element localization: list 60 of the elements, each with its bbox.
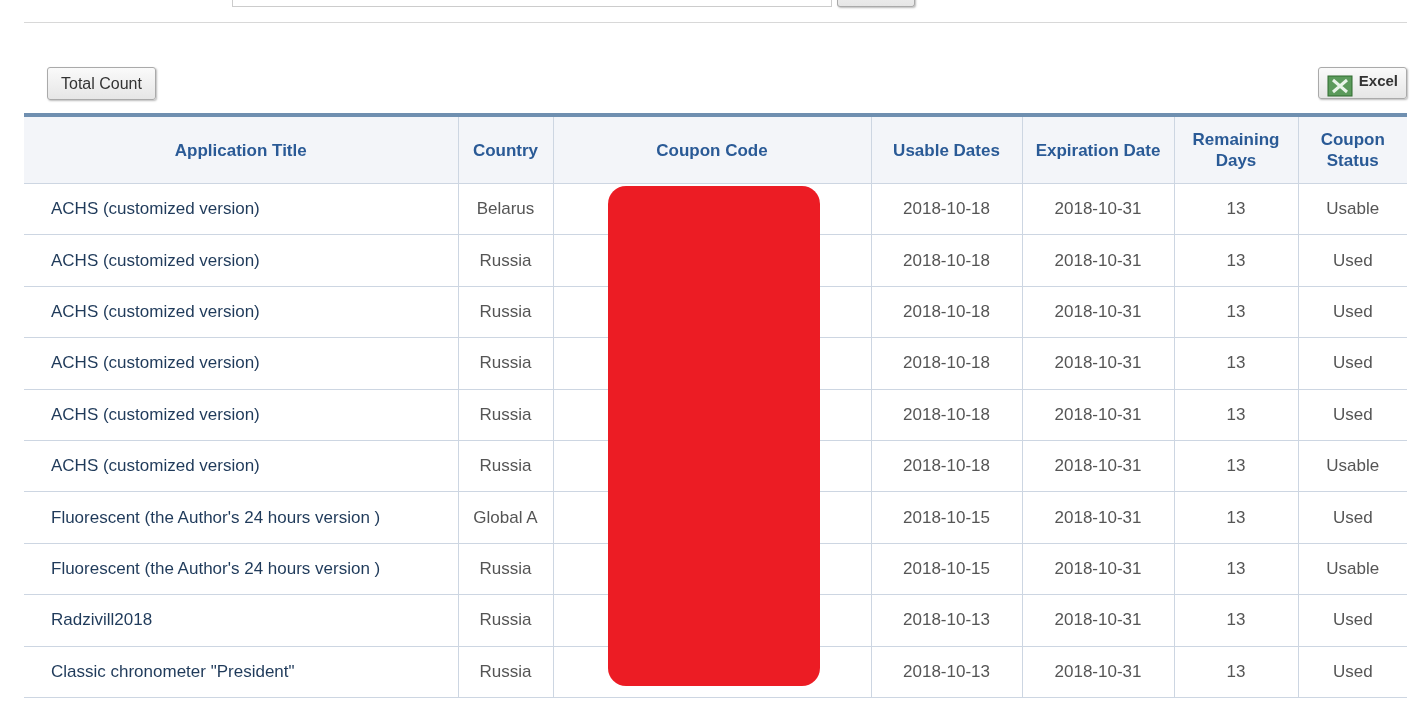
table-cell: 2018-10-18 bbox=[871, 389, 1022, 441]
table-cell: ACHS (customized version) bbox=[24, 286, 458, 338]
table-cell: 13 bbox=[1174, 646, 1298, 698]
table-cell: 2018-10-31 bbox=[1022, 440, 1174, 492]
table-cell: 13 bbox=[1174, 389, 1298, 441]
table-cell: Classic chronometer "President" bbox=[24, 646, 458, 698]
table-cell: ACHS (customized version) bbox=[24, 389, 458, 441]
table-cell: Fluorescent (the Author's 24 hours version ) bbox=[24, 491, 458, 544]
table-cell: 2018-10-15 bbox=[871, 543, 1022, 595]
table-cell: 2018-10-18 bbox=[871, 183, 1022, 235]
column-header: Application Title bbox=[24, 115, 458, 184]
spreadsheet-icon bbox=[1326, 75, 1353, 97]
table-cell: 2018-10-31 bbox=[1022, 543, 1174, 595]
table-cell: Fluorescent (the Author's 24 hours version ) bbox=[24, 543, 458, 595]
column-header: Remaining Days bbox=[1174, 115, 1298, 184]
table-cell: 13 bbox=[1174, 543, 1298, 595]
total-count-button[interactable]: Total Count bbox=[47, 67, 156, 100]
table-cell: 13 bbox=[1174, 234, 1298, 287]
table-cell: Russia bbox=[458, 286, 553, 338]
table-cell: 2018-10-13 bbox=[871, 594, 1022, 646]
table-cell: Russia bbox=[458, 389, 553, 441]
table-cell: ACHS (customized version) bbox=[24, 337, 458, 390]
table-cell: 2018-10-31 bbox=[1022, 234, 1174, 287]
table-cell: Radzivill2018 bbox=[24, 594, 458, 646]
column-header: Usable Dates bbox=[871, 115, 1022, 184]
table-cell: 2018-10-18 bbox=[871, 286, 1022, 338]
table-cell: Russia bbox=[458, 543, 553, 595]
table-cell: Russia bbox=[458, 234, 553, 287]
table-cell: 2018-10-18 bbox=[871, 440, 1022, 492]
table-cell: 2018-10-18 bbox=[871, 234, 1022, 287]
table-cell: ACHS (customized version) bbox=[24, 440, 458, 492]
table-cell: Russia bbox=[458, 440, 553, 492]
table-cell: 13 bbox=[1174, 286, 1298, 338]
table-cell: Global A bbox=[458, 491, 553, 544]
table-cell: 13 bbox=[1174, 594, 1298, 646]
table-cell: ACHS (customized version) bbox=[24, 234, 458, 287]
table-cell: 13 bbox=[1174, 183, 1298, 235]
table-cell: 2018-10-31 bbox=[1022, 286, 1174, 338]
table-cell: 13 bbox=[1174, 440, 1298, 492]
column-header: Expiration Date bbox=[1022, 115, 1174, 184]
table-cell: 2018-10-31 bbox=[1022, 389, 1174, 441]
table-cell: 13 bbox=[1174, 491, 1298, 544]
column-header: Country bbox=[458, 115, 553, 184]
table-cell: 2018-10-31 bbox=[1022, 337, 1174, 390]
table-cell: Belarus bbox=[458, 183, 553, 235]
table-cell: 2018-10-31 bbox=[1022, 646, 1174, 698]
table-cell: 2018-10-15 bbox=[871, 491, 1022, 544]
column-header: Coupon Status bbox=[1298, 115, 1407, 184]
table-cell: 13 bbox=[1174, 337, 1298, 390]
table-cell: 2018-10-31 bbox=[1022, 183, 1174, 235]
column-header: Coupon Code bbox=[553, 115, 871, 184]
excel-button[interactable]: Excel bbox=[1317, 67, 1407, 99]
table-cell: 2018-10-31 bbox=[1022, 491, 1174, 544]
table-cell: 2018-10-18 bbox=[871, 337, 1022, 390]
table-cell: Russia bbox=[458, 594, 553, 646]
table-cell: 2018-10-13 bbox=[871, 646, 1022, 698]
table-cell: Russia bbox=[458, 337, 553, 390]
table-cell: ACHS (customized version) bbox=[24, 183, 458, 235]
table-cell: 2018-10-31 bbox=[1022, 594, 1174, 646]
table-cell: Russia bbox=[458, 646, 553, 698]
